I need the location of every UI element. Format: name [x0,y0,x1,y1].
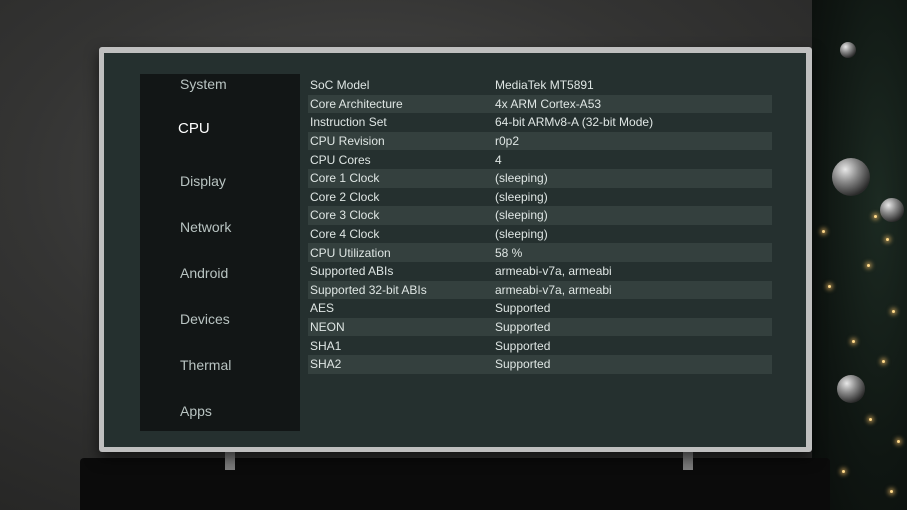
row-value: MediaTek MT5891 [495,78,594,93]
cpu-info-table: SoC Model MediaTek MT5891 Core Architectur… [308,76,772,374]
row-value: Supported [495,301,551,316]
row-key: CPU Cores [310,152,371,167]
row-value: armeabi-v7a, armeabi [495,264,612,279]
row-value: r0p2 [495,134,520,149]
row-key: SHA2 [310,357,342,372]
christmas-tree-background [812,0,907,510]
tv-stand-left [225,450,235,470]
row-key: SoC Model [310,78,370,93]
row-key: CPU Utilization [310,245,391,260]
table-row: SoC Model MediaTek MT5891 [308,76,772,95]
table-row: CPU Utilization 58 % [308,243,772,262]
table-row: Core Architecture 4x ARM Cortex-A53 [308,94,772,114]
sidebar-item-display[interactable]: Display [140,166,300,196]
row-key: Core Architecture [310,96,403,111]
table-row: Core 2 Clock (sleeping) [308,188,772,207]
ornament-icon [880,198,904,222]
sidebar-item-devices[interactable]: Devices [140,304,300,334]
sidebar-item-cpu[interactable]: CPU [140,113,300,143]
sidebar-item-android[interactable]: Android [140,258,300,288]
table-row: AES Supported [308,299,772,318]
row-key: Instruction Set [310,115,387,130]
table-row: Core 4 Clock (sleeping) [308,225,772,244]
row-key: Core 1 Clock [310,171,380,186]
table-row: Core 3 Clock (sleeping) [308,206,772,225]
sidebar-item-thermal[interactable]: Thermal [140,350,300,380]
row-value: armeabi-v7a, armeabi [495,282,612,297]
row-value: 64-bit ARMv8-A (32-bit Mode) [495,115,654,130]
row-value: 58 % [495,245,523,260]
row-value: 4 [495,152,502,167]
table-row: NEON Supported [308,317,772,337]
table-row: CPU Cores 4 [308,150,772,169]
sidebar-item-system[interactable]: System [140,69,300,99]
sidebar-item-network[interactable]: Network [140,212,300,242]
row-value: (sleeping) [495,189,548,204]
row-value: (sleeping) [495,208,548,223]
table-row: SHA1 Supported [308,336,772,355]
table-row: CPU Revision r0p2 [308,131,772,151]
row-key: Core 3 Clock [310,208,380,223]
row-key: Supported ABIs [310,264,394,279]
tv-stand-right [683,450,693,470]
table-row: SHA2 Supported [308,354,772,374]
ornament-icon [840,42,856,58]
row-key: AES [310,301,335,316]
row-value: Supported [495,320,551,335]
row-value: Supported [495,338,551,353]
row-key: NEON [310,320,345,335]
row-key: Core 4 Clock [310,227,380,242]
ornament-icon [837,375,865,403]
row-value: Supported [495,357,551,372]
row-value: (sleeping) [495,171,548,186]
tv-screen: System CPU Display Network Android Devices The… [104,53,806,447]
tv-cabinet [80,458,830,510]
sidebar-nav: System CPU Display Network Android Devices The… [140,74,300,431]
row-value: (sleeping) [495,227,548,242]
row-key: CPU Revision [310,134,385,149]
table-row: Instruction Set 64-bit ARMv8-A (32-bit Mo… [308,113,772,132]
row-value: 4x ARM Cortex-A53 [495,96,602,111]
row-key: Core 2 Clock [310,189,380,204]
row-key: SHA1 [310,338,342,353]
table-row: Supported 32-bit ABIs armeabi-v7a, armeab… [308,280,772,300]
table-row: Core 1 Clock (sleeping) [308,168,772,188]
ornament-icon [832,158,870,196]
table-row: Supported ABIs armeabi-v7a, armeabi [308,262,772,281]
sidebar-item-apps[interactable]: Apps [140,396,300,426]
row-key: Supported 32-bit ABIs [310,282,427,297]
